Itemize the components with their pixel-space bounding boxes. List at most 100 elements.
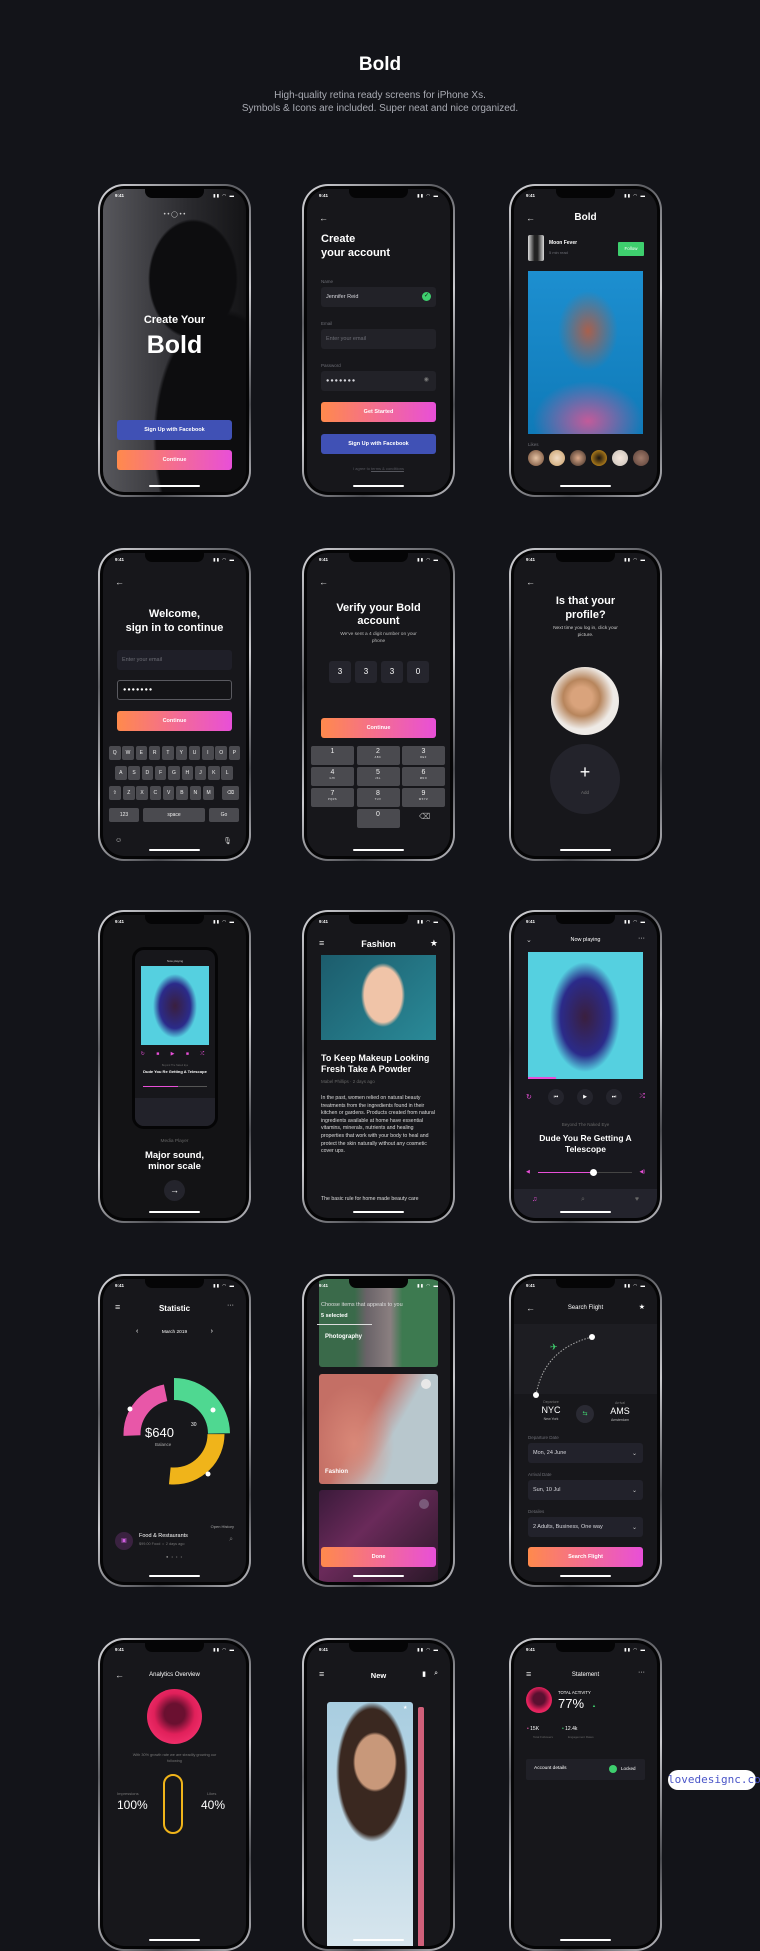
avatar[interactable]: [549, 450, 565, 466]
music-tab-icon[interactable]: ♫: [532, 1196, 537, 1203]
key-b[interactable]: B: [176, 786, 188, 800]
home-indicator[interactable]: [353, 1575, 404, 1577]
more-icon[interactable]: ···: [638, 1669, 645, 1676]
shuffle-icon[interactable]: ⤮: [639, 1093, 645, 1101]
back-arrow-icon[interactable]: ←: [115, 577, 124, 587]
key-l[interactable]: L: [221, 766, 233, 780]
star-icon[interactable]: ★: [430, 938, 438, 949]
follow-button[interactable]: Follow: [618, 242, 644, 256]
key-t[interactable]: T: [162, 746, 174, 760]
key-z[interactable]: Z: [123, 786, 135, 800]
next-arrow-button[interactable]: →: [164, 1180, 185, 1201]
avatar[interactable]: [591, 450, 607, 466]
avatar[interactable]: [528, 450, 544, 466]
key-q[interactable]: Q: [109, 746, 121, 760]
verification-code[interactable]: 3330: [329, 661, 429, 683]
search-icon[interactable]: ⌕: [434, 1670, 438, 1678]
home-indicator[interactable]: [353, 485, 404, 487]
key-o[interactable]: O: [215, 746, 227, 760]
go-key[interactable]: Go: [209, 808, 239, 822]
continue-button[interactable]: Continue: [117, 711, 232, 731]
previous-button[interactable]: ⏮: [548, 1089, 564, 1105]
volume-slider[interactable]: [538, 1169, 632, 1176]
avatar[interactable]: [570, 450, 586, 466]
email-field[interactable]: Enter your email: [321, 329, 436, 349]
eye-icon[interactable]: ◉: [424, 376, 430, 383]
key-n[interactable]: N: [189, 786, 201, 800]
key-j[interactable]: J: [194, 766, 207, 780]
home-indicator[interactable]: [149, 1575, 200, 1577]
continue-button[interactable]: Continue: [117, 450, 232, 470]
departure-date-select[interactable]: Mon, 24 June ⌄: [528, 1443, 643, 1463]
home-indicator[interactable]: [560, 1575, 611, 1577]
pagination-dots[interactable]: • • ◯ • •: [103, 211, 246, 218]
email-field[interactable]: Enter your email: [117, 650, 232, 670]
home-indicator[interactable]: [560, 1211, 611, 1213]
pagination-dots[interactable]: ● • • •: [103, 1554, 246, 1559]
numpad-key-2[interactable]: 2 ABC: [356, 746, 400, 765]
product-card[interactable]: [327, 1702, 413, 1946]
facebook-signup-button[interactable]: Sign Up with Facebook: [321, 434, 436, 454]
play-button[interactable]: ▶: [577, 1089, 593, 1105]
heart-tab-icon[interactable]: ♥: [635, 1196, 639, 1203]
code-digit[interactable]: 3: [355, 661, 377, 683]
numpad-key-0[interactable]: 0: [356, 809, 400, 828]
next-product-card[interactable]: [418, 1707, 424, 1946]
arrival-date-select[interactable]: Sun, 10 Jul ⌄: [528, 1480, 643, 1500]
fashion-card[interactable]: [319, 1374, 438, 1484]
numbers-key[interactable]: 123: [109, 808, 139, 822]
volume-knob[interactable]: [589, 1169, 597, 1176]
article-photo[interactable]: [321, 955, 436, 1040]
add-photo-button[interactable]: + Add: [550, 744, 620, 814]
key-w[interactable]: W: [122, 746, 134, 760]
terms-link[interactable]: terms & conditions: [371, 466, 404, 471]
key-m[interactable]: M: [202, 786, 215, 800]
donut-handle[interactable]: [127, 1406, 133, 1412]
search-flight-button[interactable]: Search Flight: [528, 1547, 643, 1567]
shift-key[interactable]: ⇧: [109, 786, 121, 800]
home-indicator[interactable]: [353, 1939, 404, 1941]
numpad-key-1[interactable]: 1: [311, 746, 354, 765]
space-key[interactable]: space: [143, 808, 205, 822]
code-digit[interactable]: 3: [329, 661, 351, 683]
avatar[interactable]: [612, 450, 628, 466]
key-k[interactable]: K: [208, 766, 220, 780]
continue-button[interactable]: Continue: [321, 718, 436, 738]
back-arrow-icon[interactable]: ←: [319, 577, 328, 587]
key-r[interactable]: R: [148, 746, 161, 760]
password-field[interactable]: ●●●●●●●: [117, 680, 232, 700]
open-history-link[interactable]: Open History: [211, 1524, 234, 1529]
home-indicator[interactable]: [149, 849, 200, 851]
donut-handle[interactable]: [210, 1407, 216, 1413]
backspace-key[interactable]: ⌫: [222, 786, 239, 800]
home-indicator[interactable]: [353, 1211, 404, 1213]
key-u[interactable]: U: [188, 746, 201, 760]
profile-photo[interactable]: [551, 667, 619, 735]
key-d[interactable]: D: [141, 766, 154, 780]
home-indicator[interactable]: [560, 485, 611, 487]
facebook-signup-button[interactable]: Sign Up with Facebook: [117, 420, 232, 440]
key-a[interactable]: A: [115, 766, 127, 780]
next-button[interactable]: ⏭: [606, 1089, 622, 1105]
playback-progress[interactable]: [528, 1077, 556, 1079]
back-arrow-icon[interactable]: ←: [319, 213, 328, 223]
account-details-row[interactable]: Account details Locked: [526, 1759, 645, 1780]
numpad-key-6[interactable]: 6 MNO: [402, 767, 445, 786]
key-y[interactable]: Y: [175, 746, 187, 760]
search-icon[interactable]: ⌕: [229, 1536, 233, 1544]
key-s[interactable]: S: [128, 766, 140, 780]
home-indicator[interactable]: [149, 485, 200, 487]
microphone-icon[interactable]: 🎙: [223, 837, 232, 845]
backspace-icon[interactable]: ⌫: [419, 812, 430, 821]
more-icon[interactable]: ···: [638, 935, 645, 942]
key-i[interactable]: I: [202, 746, 214, 760]
card-checkbox[interactable]: [421, 1379, 431, 1389]
transaction-title[interactable]: Food & Restaurants: [139, 1533, 188, 1539]
key-c[interactable]: C: [149, 786, 162, 800]
get-started-button[interactable]: Get Started: [321, 402, 436, 422]
favorite-icon[interactable]: ★: [403, 1705, 407, 1711]
article-photo[interactable]: [528, 271, 643, 434]
home-indicator[interactable]: [560, 1939, 611, 1941]
numpad-key-8[interactable]: 8 TUV: [356, 788, 400, 807]
numpad-key-5[interactable]: 5 JKL: [356, 767, 400, 786]
